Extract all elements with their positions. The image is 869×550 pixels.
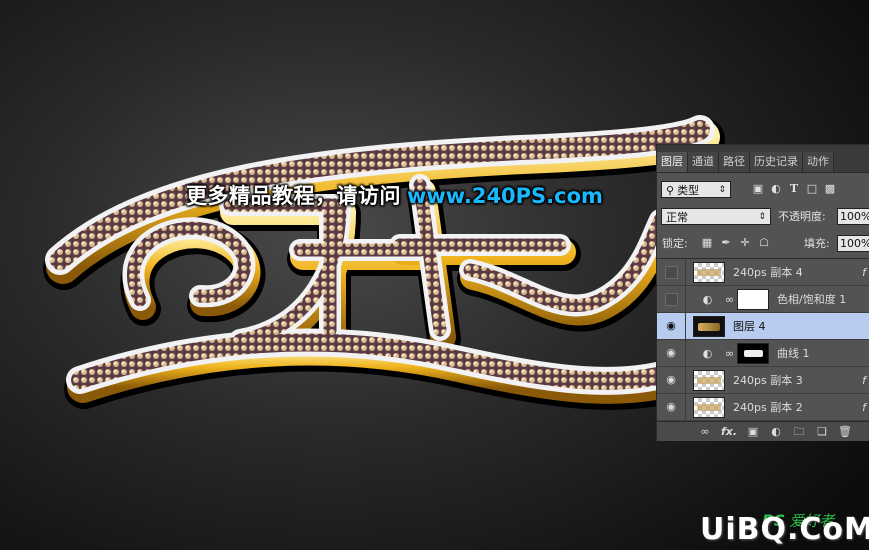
layer-list: 240ps 副本 4 f ◐ ∞ 色相/饱和度 1 ◉ 图层 4 ◉ ◐ ∞ 曲…: [657, 258, 869, 421]
adjustment-icon[interactable]: ◐: [769, 425, 783, 439]
visibility-toggle-off[interactable]: [665, 265, 678, 279]
new-layer-icon[interactable]: ❏: [815, 425, 829, 439]
opacity-label: 不透明度:: [778, 210, 826, 223]
tab-actions[interactable]: 动作: [803, 152, 834, 172]
layer-row[interactable]: ◉ 240ps 副本 3 f: [657, 367, 869, 394]
layer-name[interactable]: 240ps 副本 4: [733, 264, 803, 280]
tab-layers[interactable]: 图层: [657, 152, 688, 172]
fx-badge-icon[interactable]: f: [862, 266, 866, 279]
divider: [685, 313, 686, 340]
layers-panel: 图层 通道 路径 历史记录 动作 ⚲ 类型 ⇕ ▣ ◐ T □ ▩ 正常 ⇕ 不透明度…: [656, 144, 869, 441]
chain-link-icon[interactable]: ∞: [725, 347, 734, 360]
smart-object-filter-icon[interactable]: ▩: [823, 182, 837, 196]
panel-tabs: 图层 通道 路径 历史记录 动作: [657, 145, 869, 173]
layer-row-selected[interactable]: ◉ 图层 4: [657, 313, 869, 340]
lock-row: 锁定: ▦ ✒ ✛ ☖ 填充: 100%: [657, 233, 869, 253]
filter-icons: ▣ ◐ T □ ▩: [751, 182, 837, 196]
layer-row[interactable]: 240ps 副本 4 f: [657, 259, 869, 286]
blend-mode-value: 正常: [666, 210, 688, 224]
lock-label: 锁定:: [662, 237, 688, 250]
eye-icon[interactable]: ◉: [663, 345, 679, 361]
opacity-input[interactable]: 100%: [837, 207, 869, 225]
layer-name[interactable]: 曲线 1: [777, 345, 810, 361]
layer-row[interactable]: ◐ ∞ 色相/饱和度 1: [657, 286, 869, 313]
eye-icon[interactable]: ◉: [663, 318, 679, 334]
adjustment-layer-icon: ◐: [702, 292, 713, 306]
fx-badge-icon[interactable]: f: [862, 401, 866, 414]
search-icon: ⚲: [666, 183, 675, 197]
filter-row: ⚲ 类型 ⇕ ▣ ◐ T □ ▩: [657, 178, 869, 200]
mask-icon[interactable]: ▣: [746, 425, 760, 439]
kind-filter-value: 类型: [677, 183, 700, 197]
layer-thumbnail: [693, 397, 725, 418]
tab-channels[interactable]: 通道: [688, 152, 719, 172]
panel-footer: ∞ fx. ▣ ◐ 🗀 ❏ 🗑: [657, 421, 869, 441]
layer-thumbnail: [693, 370, 725, 391]
eye-icon[interactable]: ◉: [663, 372, 679, 388]
layer-row[interactable]: ◉ ◐ ∞ 曲线 1: [657, 340, 869, 367]
visibility-toggle-off[interactable]: [665, 292, 678, 306]
kind-filter-select[interactable]: ⚲ 类型 ⇕: [661, 180, 731, 198]
banner-url[interactable]: www.240PS.com: [407, 184, 603, 208]
layer-thumbnail: [693, 262, 725, 283]
chain-link-icon[interactable]: ∞: [725, 293, 734, 306]
layer-row[interactable]: ◉ 240ps 副本 2 f: [657, 394, 869, 421]
layer-name[interactable]: 图层 4: [733, 318, 766, 334]
eye-icon[interactable]: ◉: [663, 399, 679, 415]
layer-mask-thumbnail[interactable]: [737, 343, 769, 364]
layer-mask-thumbnail[interactable]: [737, 289, 769, 310]
divider: [685, 340, 686, 367]
fill-input[interactable]: 100%: [837, 234, 869, 252]
adjustment-filter-icon[interactable]: ◐: [769, 182, 783, 196]
updown-arrow-icon: ⇕: [758, 211, 766, 222]
layer-thumbnail: [693, 316, 725, 337]
layer-name[interactable]: 色相/饱和度 1: [777, 291, 846, 307]
fill-label: 填充:: [804, 237, 830, 250]
fx-icon[interactable]: fx.: [721, 425, 737, 439]
tab-paths[interactable]: 路径: [719, 152, 750, 172]
fx-badge-icon[interactable]: f: [862, 374, 866, 387]
type-filter-icon[interactable]: T: [787, 182, 801, 196]
layer-name[interactable]: 240ps 副本 3: [733, 372, 803, 388]
blend-row: 正常 ⇕ 不透明度: 100%: [657, 205, 869, 227]
lock-paint-icon[interactable]: ✒: [720, 237, 732, 249]
divider: [685, 259, 686, 286]
trash-icon[interactable]: 🗑: [838, 425, 852, 439]
promo-banner: 更多精品教程，请访问 www.240PS.com: [186, 181, 603, 211]
lock-move-icon[interactable]: ✛: [739, 237, 751, 249]
lock-icons: ▦ ✒ ✛ ☖: [701, 237, 770, 249]
lock-all-icon[interactable]: ☖: [758, 237, 770, 249]
pixel-filter-icon[interactable]: ▣: [751, 182, 765, 196]
shape-filter-icon[interactable]: □: [805, 182, 819, 196]
divider: [685, 286, 686, 313]
blend-mode-select[interactable]: 正常 ⇕: [661, 207, 771, 225]
tab-history[interactable]: 历史记录: [750, 152, 803, 172]
watermark-site: UiBQ.CoM: [700, 512, 869, 547]
layer-name[interactable]: 240ps 副本 2: [733, 399, 803, 415]
link-icon[interactable]: ∞: [698, 425, 712, 439]
updown-arrow-icon: ⇕: [718, 184, 726, 195]
banner-text: 更多精品教程，请访问: [186, 184, 401, 208]
adjustment-layer-icon: ◐: [702, 346, 713, 360]
divider: [685, 367, 686, 394]
divider: [685, 394, 686, 421]
folder-icon[interactable]: 🗀: [792, 425, 806, 439]
lock-transparent-icon[interactable]: ▦: [701, 237, 713, 249]
calligraphy-artwork: [43, 115, 725, 410]
